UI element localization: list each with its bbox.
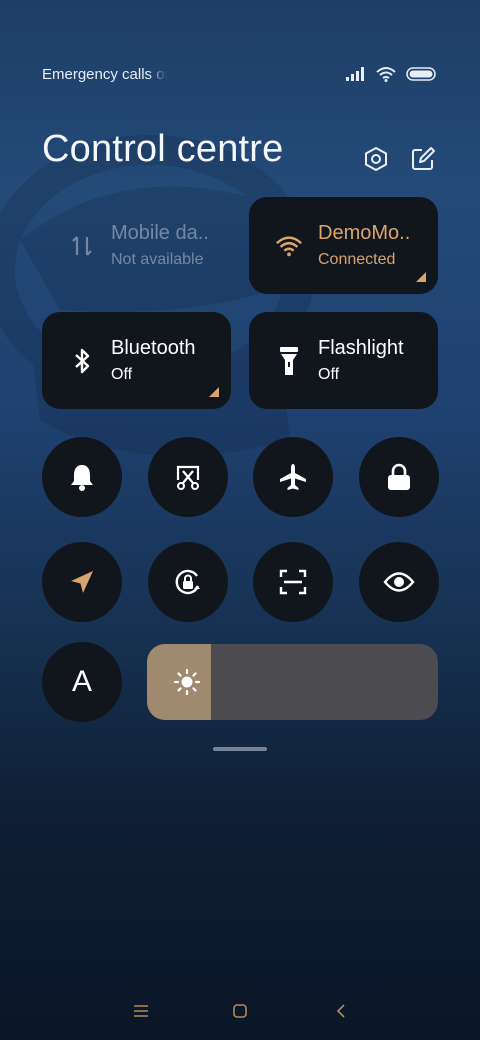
screenshot-icon (176, 465, 200, 490)
mobile-data-tile[interactable]: Mobile da.. Not available (42, 197, 231, 294)
expand-indicator[interactable] (209, 387, 219, 397)
menu-icon[interactable] (126, 996, 156, 1026)
screenshot-toggle[interactable] (148, 437, 228, 517)
battery-icon (406, 67, 436, 81)
mobile-data-label: Mobile da.. (111, 221, 209, 244)
rotation-lock-toggle[interactable] (148, 542, 228, 622)
scanner-toggle[interactable] (253, 542, 333, 622)
wifi-status: Connected (318, 250, 396, 268)
expand-indicator[interactable] (416, 272, 426, 282)
airplane-icon (280, 464, 306, 490)
wifi-icon (376, 67, 396, 82)
status-text: Emergency calls only (42, 66, 167, 83)
home-icon[interactable] (225, 996, 255, 1026)
lock-icon (388, 463, 410, 490)
drag-handle[interactable] (213, 747, 267, 751)
brightness-slider[interactable] (147, 644, 438, 720)
bell-icon (71, 465, 93, 491)
flashlight-label: Flashlight (318, 336, 404, 359)
bluetooth-status: Off (111, 365, 133, 383)
navigation-bar (0, 996, 480, 1026)
rotation-lock-icon (175, 569, 200, 595)
wifi-tile-icon (275, 232, 303, 260)
airplane-mode-toggle[interactable] (253, 437, 333, 517)
sun-icon (173, 668, 201, 696)
reading-mode-toggle[interactable] (359, 542, 439, 622)
bluetooth-tile[interactable]: Bluetooth Off (42, 312, 231, 409)
back-icon[interactable] (326, 996, 356, 1026)
flashlight-status: Off (318, 365, 340, 383)
flashlight-tile[interactable]: Flashlight Off (249, 312, 438, 409)
location-toggle[interactable] (42, 542, 122, 622)
wifi-tile[interactable]: DemoMo.. Connected (249, 197, 438, 294)
signal-icon (346, 67, 364, 81)
mobile-data-icon (68, 232, 96, 260)
auto-brightness-toggle[interactable]: A (42, 642, 122, 722)
auto-brightness-icon: A (71, 665, 92, 698)
eye-icon (383, 572, 415, 592)
bluetooth-icon (68, 347, 96, 375)
bluetooth-label: Bluetooth (111, 336, 196, 359)
flashlight-icon (275, 346, 303, 375)
sound-toggle[interactable] (42, 437, 122, 517)
wifi-label: DemoMo.. (318, 221, 411, 244)
mobile-data-status: Not available (111, 250, 204, 268)
edit-icon[interactable] (409, 145, 437, 173)
scanner-icon (279, 569, 307, 595)
page-title: Control centre (42, 128, 284, 170)
lock-screen-toggle[interactable] (359, 437, 439, 517)
location-icon (71, 571, 93, 593)
settings-icon[interactable] (362, 145, 390, 173)
status-icons (346, 66, 436, 82)
